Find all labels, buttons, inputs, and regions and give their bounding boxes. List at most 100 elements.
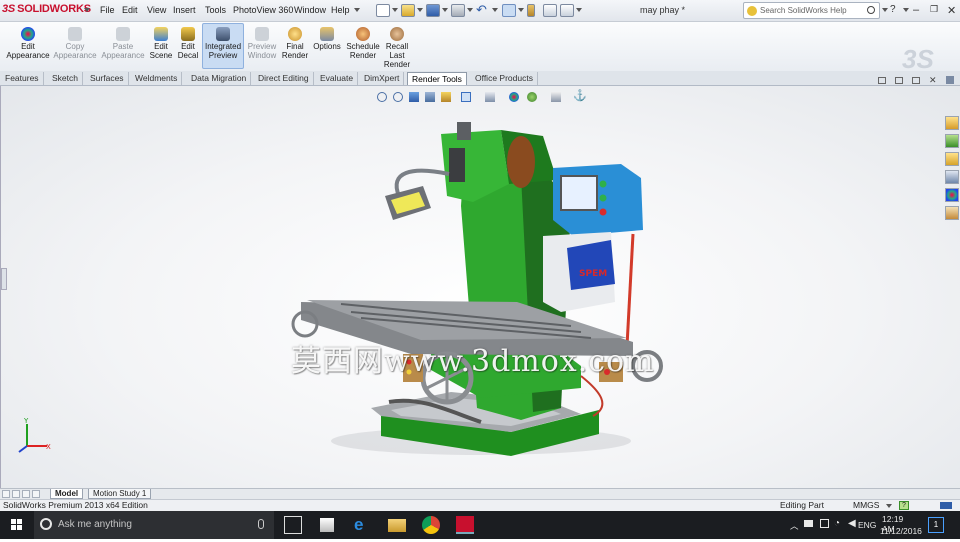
- menu-file[interactable]: File: [100, 5, 115, 15]
- graphics-area[interactable]: ⚓ SPEM Y X 莫西网www.3dmox.com: [0, 86, 960, 488]
- help-menu-dropdown-icon[interactable]: [903, 8, 909, 12]
- status-units[interactable]: MMGS: [853, 500, 879, 511]
- appearances-icon[interactable]: [945, 188, 959, 202]
- search-icon[interactable]: [867, 6, 875, 14]
- tray-app-icon[interactable]: [804, 520, 813, 527]
- render-tools-hud-icon[interactable]: ⚓: [573, 91, 587, 102]
- viewport-tile-icon[interactable]: [878, 77, 886, 84]
- menu-window[interactable]: Window: [294, 5, 326, 15]
- options-button[interactable]: Options: [312, 27, 342, 51]
- milling-machine-model[interactable]: SPEM: [281, 116, 681, 466]
- tab-evaluate[interactable]: Evaluate: [316, 72, 359, 85]
- apply-scene-icon[interactable]: [527, 92, 537, 102]
- help-icon[interactable]: ?: [890, 4, 896, 15]
- tab-direct-editing[interactable]: Direct Editing: [254, 72, 314, 85]
- store-icon[interactable]: [320, 518, 334, 532]
- task-view-icon[interactable]: [284, 516, 302, 534]
- logo-dropdown-icon[interactable]: [84, 8, 90, 12]
- zoom-to-area-icon[interactable]: [393, 92, 403, 102]
- prev-tab-arrow-icon[interactable]: [12, 490, 20, 498]
- start-button[interactable]: [0, 511, 34, 539]
- dynamic-annotation-icon[interactable]: [441, 92, 451, 102]
- select-pointer-icon[interactable]: [502, 4, 516, 17]
- paste-appearance-button[interactable]: Paste Appearance: [100, 27, 146, 60]
- options-dropdown-icon[interactable]: [576, 8, 582, 12]
- tab-dimxpert[interactable]: DimXpert: [360, 72, 405, 85]
- select-dropdown-icon[interactable]: [518, 8, 524, 12]
- units-dropdown-icon[interactable]: [886, 504, 892, 508]
- integrated-preview-button[interactable]: Integrated Preview: [202, 23, 244, 69]
- edit-appearance-hud-icon[interactable]: [509, 92, 519, 102]
- file-explorer-taskbar-icon[interactable]: [388, 519, 406, 532]
- view-palette-icon[interactable]: [945, 170, 959, 184]
- search-help-input[interactable]: Search SolidWorks Help: [743, 2, 880, 19]
- save-dropdown-icon[interactable]: [442, 8, 448, 12]
- tray-overflow-icon[interactable]: ︿: [790, 520, 799, 532]
- microphone-icon[interactable]: [258, 519, 264, 529]
- action-center-icon[interactable]: 1: [928, 517, 944, 533]
- close-button[interactable]: ✕: [947, 4, 956, 17]
- traffic-light-icon[interactable]: [527, 4, 535, 17]
- new-dropdown-icon[interactable]: [392, 8, 398, 12]
- menu-edit[interactable]: Edit: [122, 5, 138, 15]
- tab-motion-study[interactable]: Motion Study 1: [88, 489, 152, 499]
- copy-appearance-button[interactable]: Copy Appearance: [53, 27, 97, 60]
- help-dropdown-icon[interactable]: [354, 8, 360, 12]
- edge-browser-icon[interactable]: e: [354, 516, 372, 534]
- feature-manager-handle[interactable]: [1, 268, 7, 290]
- section-view-icon[interactable]: [425, 92, 435, 102]
- preview-window-button[interactable]: Preview Window: [246, 27, 278, 60]
- resources-icon[interactable]: [945, 116, 959, 130]
- menu-view[interactable]: View: [147, 5, 166, 15]
- tab-features[interactable]: Features: [1, 72, 44, 85]
- rebuild-icon[interactable]: [543, 4, 557, 17]
- tab-model[interactable]: Model: [50, 489, 84, 499]
- first-tab-arrow-icon[interactable]: [2, 490, 10, 498]
- design-library-icon[interactable]: [945, 134, 959, 148]
- view-settings-icon[interactable]: [551, 92, 561, 102]
- solidworks-taskbar-icon[interactable]: [456, 516, 474, 534]
- viewport-close-icon[interactable]: ✕: [929, 75, 937, 86]
- new-document-icon[interactable]: [376, 4, 390, 17]
- options-icon[interactable]: [560, 4, 574, 17]
- recall-last-render-button[interactable]: Recall Last Render: [383, 27, 411, 69]
- tab-data-migration[interactable]: Data Migration: [187, 72, 252, 85]
- menu-help[interactable]: Help: [331, 5, 350, 15]
- final-render-button[interactable]: Final Render: [281, 27, 309, 60]
- battery-icon[interactable]: [820, 519, 829, 528]
- print-dropdown-icon[interactable]: [467, 8, 473, 12]
- edit-scene-button[interactable]: Edit Scene: [148, 27, 174, 60]
- tab-surfaces[interactable]: Surfaces: [86, 72, 129, 85]
- search-dropdown-icon[interactable]: [882, 8, 888, 12]
- minimize-button[interactable]: –: [913, 4, 919, 16]
- zoom-to-fit-icon[interactable]: [377, 92, 387, 102]
- next-tab-arrow-icon[interactable]: [22, 490, 30, 498]
- status-expand-icon[interactable]: [940, 502, 952, 509]
- tab-weldments[interactable]: Weldments: [131, 72, 183, 85]
- open-folder-icon[interactable]: [401, 4, 415, 17]
- undo-dropdown-icon[interactable]: [492, 8, 498, 12]
- schedule-render-button[interactable]: Schedule Render: [345, 27, 381, 60]
- chrome-icon[interactable]: [422, 516, 440, 534]
- cortana-search-box[interactable]: Ask me anything: [34, 511, 274, 539]
- last-tab-arrow-icon[interactable]: [32, 490, 40, 498]
- edit-appearance-button[interactable]: Edit Appearance: [6, 27, 50, 60]
- menu-photoview[interactable]: PhotoView 360: [233, 5, 293, 15]
- volume-icon[interactable]: ◀: [848, 518, 856, 529]
- tab-office-products[interactable]: Office Products: [471, 72, 538, 85]
- open-dropdown-icon[interactable]: [417, 8, 423, 12]
- task-pane-toggle-icon[interactable]: [946, 76, 954, 84]
- custom-properties-icon[interactable]: [945, 206, 959, 220]
- viewport-maximize-icon[interactable]: [912, 77, 920, 84]
- edit-decal-button[interactable]: Edit Decal: [175, 27, 201, 60]
- file-explorer-icon[interactable]: [945, 152, 959, 166]
- viewport-restore-icon[interactable]: [895, 77, 903, 84]
- save-icon[interactable]: [426, 4, 440, 17]
- menu-insert[interactable]: Insert: [173, 5, 196, 15]
- tab-sketch[interactable]: Sketch: [48, 72, 83, 85]
- network-icon[interactable]: ◔: [834, 518, 840, 529]
- menu-tools[interactable]: Tools: [205, 5, 226, 15]
- previous-view-icon[interactable]: [409, 92, 419, 102]
- print-icon[interactable]: [451, 4, 465, 17]
- view-orientation-icon[interactable]: [461, 92, 471, 102]
